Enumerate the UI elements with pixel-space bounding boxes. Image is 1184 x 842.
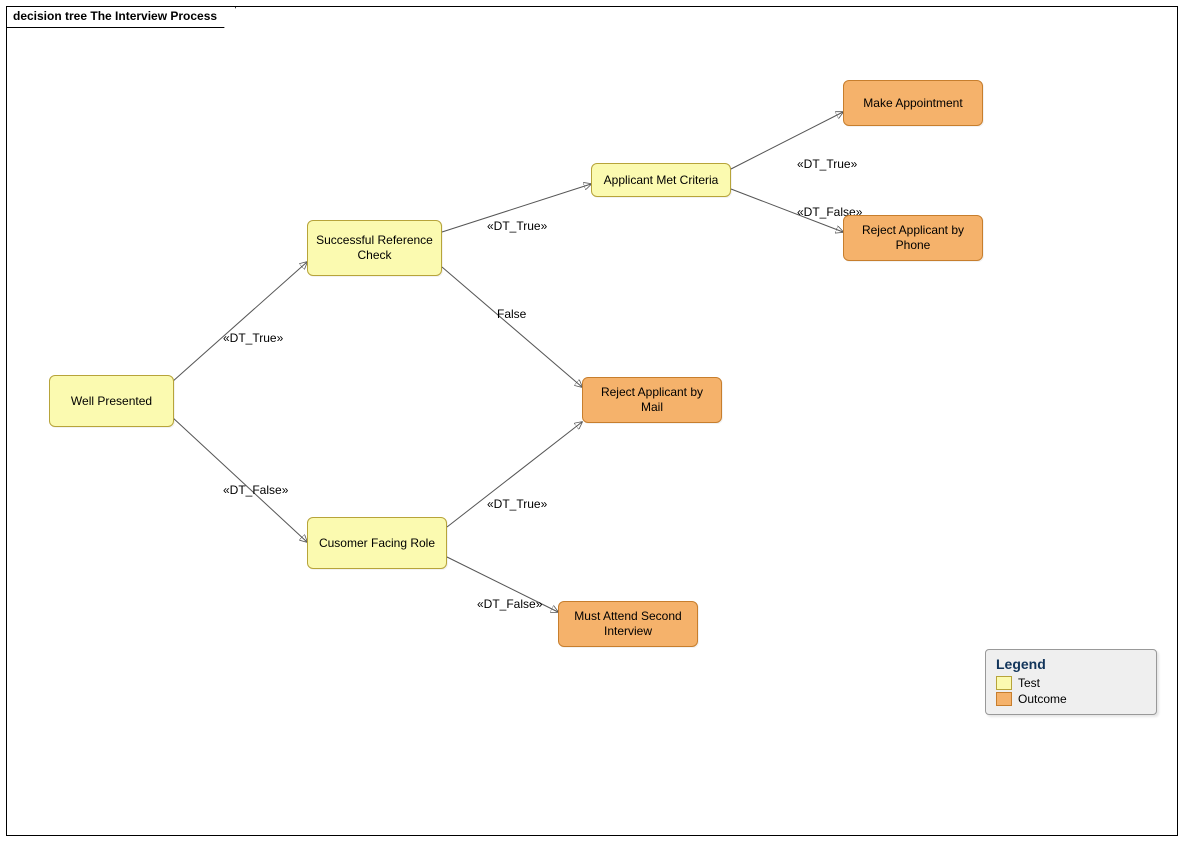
frame-title: decision tree The Interview Process [7,7,236,28]
edge-label-well-to-ref: «DT_True» [223,331,283,345]
edge-label-cust-to-second: «DT_False» [477,597,542,611]
legend-label-test: Test [1018,676,1040,690]
node-reject-applicant-by-phone[interactable]: Reject Applicant by Phone [843,215,983,261]
edge-label-ref-to-criteria: «DT_True» [487,219,547,233]
node-successful-reference-check[interactable]: Successful Reference Check [307,220,442,276]
legend-swatch-outcome [996,692,1012,706]
legend-swatch-test [996,676,1012,690]
node-well-presented[interactable]: Well Presented [49,375,174,427]
diagram-canvas: decision tree The Interview Process [0,0,1184,842]
edge-label-criteria-to-appt: «DT_True» [797,157,857,171]
edge-label-cust-to-rejectmail: «DT_True» [487,497,547,511]
edge-label-ref-to-rejectmail: False [497,307,526,321]
node-customer-facing-role[interactable]: Cusomer Facing Role [307,517,447,569]
legend-title: Legend [996,656,1146,672]
legend-item-test: Test [996,676,1146,690]
legend-item-outcome: Outcome [996,692,1146,706]
node-reject-applicant-by-mail[interactable]: Reject Applicant by Mail [582,377,722,423]
diagram-frame: decision tree The Interview Process [6,6,1178,836]
legend: Legend Test Outcome [985,649,1157,715]
node-must-attend-second-interview[interactable]: Must Attend Second Interview [558,601,698,647]
node-make-appointment[interactable]: Make Appointment [843,80,983,126]
legend-label-outcome: Outcome [1018,692,1067,706]
edge-label-well-to-cust: «DT_False» [223,483,288,497]
node-applicant-met-criteria[interactable]: Applicant Met Criteria [591,163,731,197]
